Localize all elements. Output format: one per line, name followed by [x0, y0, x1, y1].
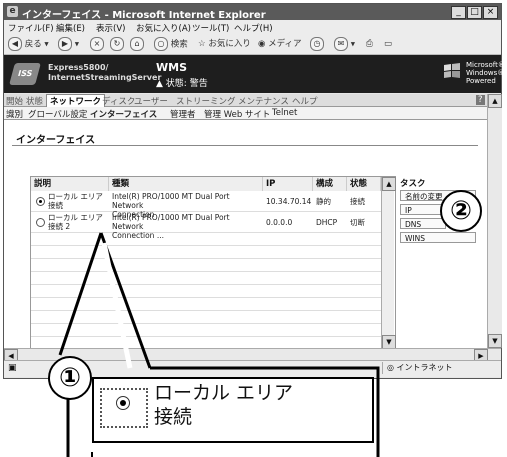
zoom-inset: ローカル エリア 接続: [92, 377, 374, 443]
callout-1-marker: ①: [48, 356, 92, 400]
callout-2-marker: ②: [440, 190, 482, 232]
zoom-radio-selected: [116, 396, 130, 410]
zoom-radio-focus: [100, 388, 148, 428]
zoom-label: ローカル エリア 接続: [154, 382, 294, 428]
